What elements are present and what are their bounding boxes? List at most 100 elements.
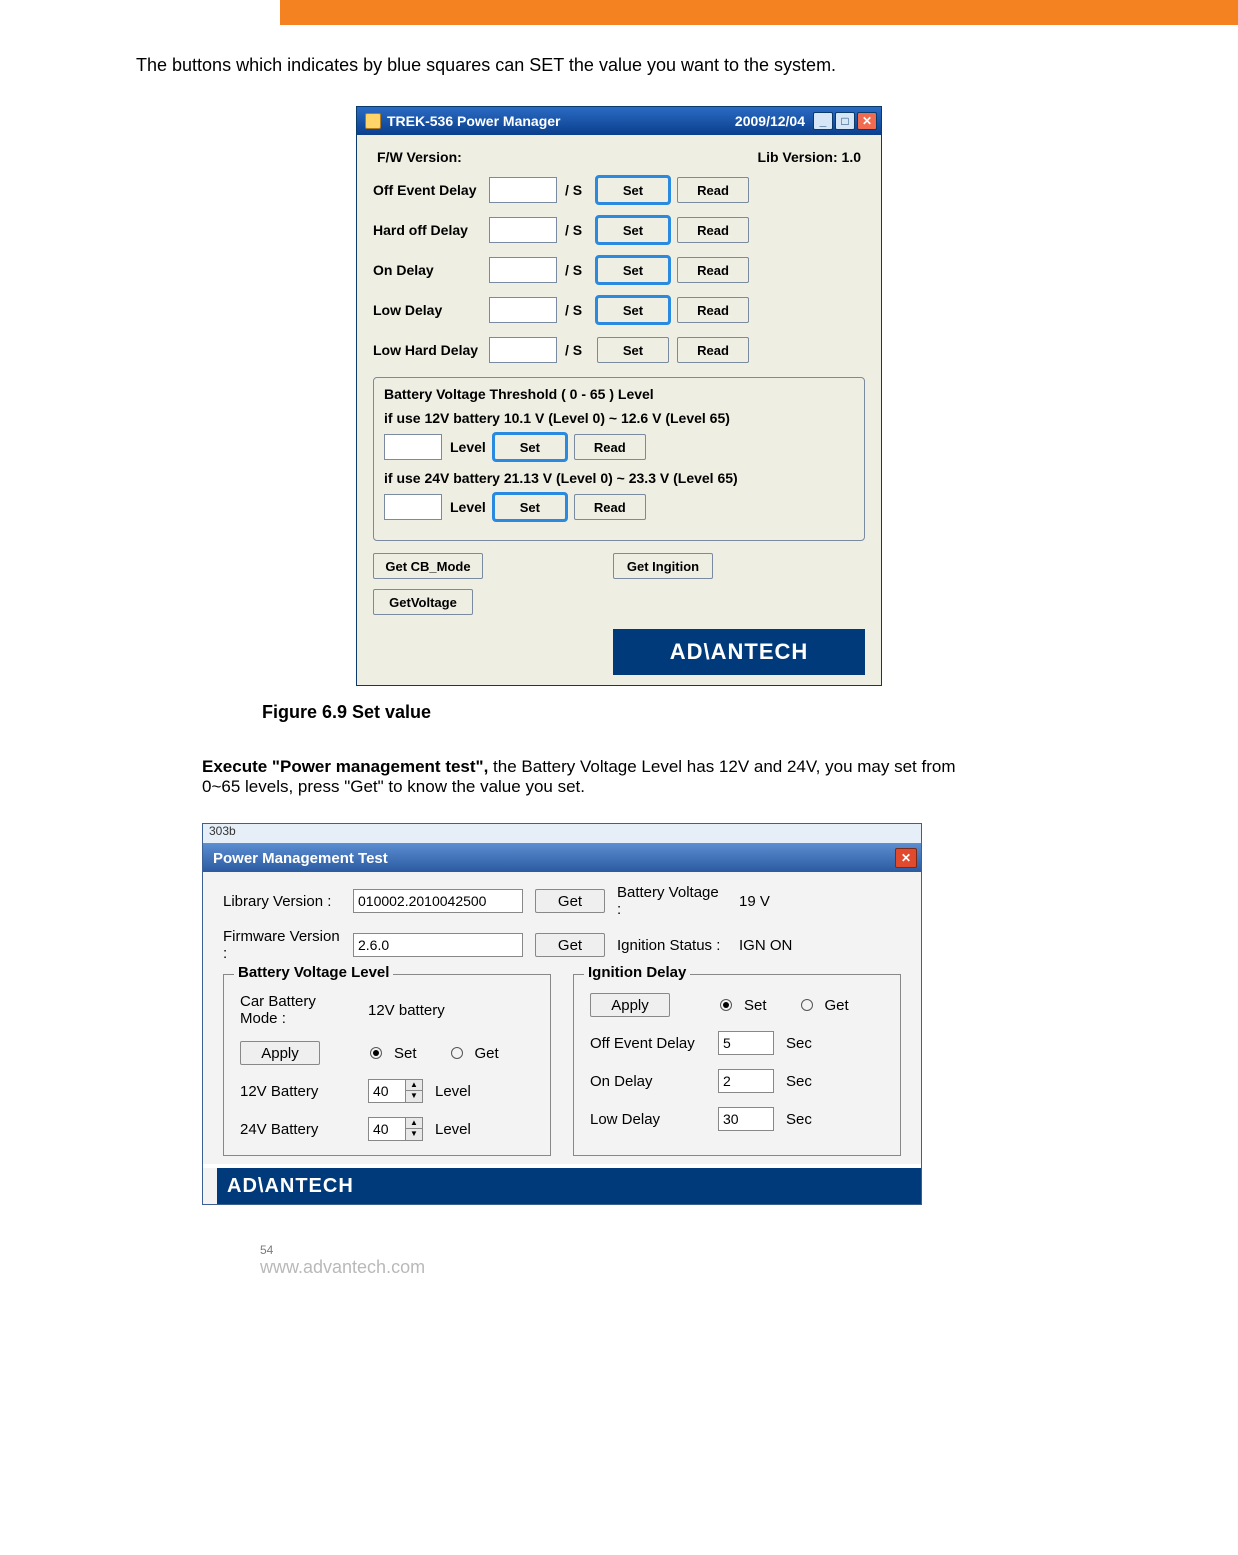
power-manager-window: TREK-536 Power Manager 2009/12/04 _ □ ✕ … — [356, 106, 882, 686]
firmware-version-label: Firmware Version : — [223, 928, 341, 962]
fw-version-label: F/W Version: — [377, 149, 462, 165]
ignition-status-label: Ignition Status : — [617, 937, 727, 954]
get-radio-label: Get — [825, 997, 849, 1014]
on-delay-label: On Delay — [373, 262, 481, 278]
low-delay-label: Low Delay — [373, 302, 481, 318]
advantech-logo: AD\ANTECH — [203, 1168, 921, 1204]
level-24v-input[interactable] — [384, 494, 442, 520]
group-title: Ignition Delay — [584, 964, 690, 981]
ignition-delay-group: Ignition Delay Apply Set Get Off Event D… — [573, 974, 901, 1156]
level-label: Level — [450, 439, 486, 455]
off-event-set-button[interactable]: Set — [597, 177, 669, 203]
on-delay-field[interactable]: 2 — [718, 1069, 774, 1093]
on-delay-input[interactable] — [489, 257, 557, 283]
page-number: 54 — [260, 1243, 1108, 1257]
get-radio[interactable] — [451, 1047, 463, 1059]
battery-12v-label: 12V Battery — [240, 1083, 356, 1100]
titlebar-title: TREK-536 Power Manager — [387, 113, 561, 129]
read-12v-button[interactable]: Read — [574, 434, 646, 460]
read-24v-button[interactable]: Read — [574, 494, 646, 520]
low-delay-label: Low Delay — [590, 1111, 706, 1128]
get-lib-button[interactable]: Get — [535, 889, 605, 913]
header-white-block — [0, 0, 280, 25]
window-hint: 303b — [203, 824, 921, 844]
level-12v-input[interactable] — [384, 434, 442, 460]
battery-12v-spinner[interactable]: 40 ▲▼ — [368, 1079, 423, 1103]
low-hard-set-button[interactable]: Set — [597, 337, 669, 363]
battery-voltage-level-group: Battery Voltage Level Car Battery Mode :… — [223, 974, 551, 1156]
hard-off-delay-input[interactable] — [489, 217, 557, 243]
set-12v-button[interactable]: Set — [494, 434, 566, 460]
get-voltage-button[interactable]: GetVoltage — [373, 589, 473, 615]
hard-off-delay-label: Hard off Delay — [373, 222, 481, 238]
page-header-bar — [0, 0, 1238, 25]
unit-label: / S — [565, 262, 589, 278]
unit-label: / S — [565, 182, 589, 198]
apply-button[interactable]: Apply — [590, 993, 670, 1017]
firmware-version-field[interactable]: 2.6.0 — [353, 933, 523, 957]
low-read-button[interactable]: Read — [677, 297, 749, 323]
power-management-test-window: 303b Power Management Test ✕ Library Ver… — [202, 823, 922, 1205]
unit-label: / S — [565, 302, 589, 318]
off-event-delay-label: Off Event Delay — [590, 1035, 706, 1052]
minimize-button[interactable]: _ — [813, 112, 833, 130]
titlebar-title: Power Management Test — [213, 850, 388, 867]
on-read-button[interactable]: Read — [677, 257, 749, 283]
app-icon — [365, 113, 381, 129]
panel-12v-desc: if use 12V battery 10.1 V (Level 0) ~ 12… — [384, 410, 856, 426]
intro-text: The buttons which indicates by blue squa… — [136, 55, 1108, 76]
get-fw-button[interactable]: Get — [535, 933, 605, 957]
set-radio-label: Set — [744, 997, 767, 1014]
close-button[interactable]: ✕ — [857, 112, 877, 130]
unit-label: / S — [565, 222, 589, 238]
low-hard-delay-input[interactable] — [489, 337, 557, 363]
battery-24v-label: 24V Battery — [240, 1121, 356, 1138]
on-set-button[interactable]: Set — [597, 257, 669, 283]
library-version-field[interactable]: 010002.2010042500 — [353, 889, 523, 913]
get-radio[interactable] — [801, 999, 813, 1011]
off-event-delay-field[interactable]: 5 — [718, 1031, 774, 1055]
off-event-delay-input[interactable] — [489, 177, 557, 203]
apply-button[interactable]: Apply — [240, 1041, 320, 1065]
on-delay-label: On Delay — [590, 1073, 706, 1090]
battery-voltage-value: 19 V — [739, 893, 770, 910]
low-delay-row: Low Delay / S Set Read — [373, 297, 865, 323]
lib-version-label: Lib Version: 1.0 — [758, 149, 861, 165]
low-set-button[interactable]: Set — [597, 297, 669, 323]
ignition-status-value: IGN ON — [739, 937, 792, 954]
sec-label: Sec — [786, 1035, 812, 1052]
panel-24v-desc: if use 24V battery 21.13 V (Level 0) ~ 2… — [384, 470, 856, 486]
footer-url: www.advantech.com — [260, 1257, 1108, 1278]
maximize-button[interactable]: □ — [835, 112, 855, 130]
execute-paragraph: Execute "Power management test", the Bat… — [202, 757, 992, 797]
sec-label: Sec — [786, 1073, 812, 1090]
set-radio[interactable] — [370, 1047, 382, 1059]
off-event-delay-row: Off Event Delay / S Set Read — [373, 177, 865, 203]
car-battery-mode-value: 12V battery — [368, 1002, 448, 1019]
level-label: Level — [450, 499, 486, 515]
level-label: Level — [435, 1121, 471, 1138]
low-delay-input[interactable] — [489, 297, 557, 323]
on-delay-row: On Delay / S Set Read — [373, 257, 865, 283]
page-footer: 54 www.advantech.com — [260, 1243, 1108, 1278]
low-hard-read-button[interactable]: Read — [677, 337, 749, 363]
hard-off-set-button[interactable]: Set — [597, 217, 669, 243]
panel-title: Battery Voltage Threshold ( 0 - 65 ) Lev… — [384, 386, 856, 402]
low-hard-delay-row: Low Hard Delay / S Set Read — [373, 337, 865, 363]
off-event-read-button[interactable]: Read — [677, 177, 749, 203]
unit-label: / S — [565, 342, 589, 358]
close-button[interactable]: ✕ — [895, 848, 917, 868]
low-delay-field[interactable]: 30 — [718, 1107, 774, 1131]
get-cb-mode-button[interactable]: Get CB_Mode — [373, 553, 483, 579]
off-event-delay-label: Off Event Delay — [373, 182, 481, 198]
get-ignition-button[interactable]: Get Ingition — [613, 553, 713, 579]
titlebar-date: 2009/12/04 — [735, 113, 805, 129]
set-24v-button[interactable]: Set — [494, 494, 566, 520]
sec-label: Sec — [786, 1111, 812, 1128]
advantech-logo: AD\ANTECH — [613, 629, 865, 675]
battery-24v-spinner[interactable]: 40 ▲▼ — [368, 1117, 423, 1141]
set-radio[interactable] — [720, 999, 732, 1011]
hard-off-read-button[interactable]: Read — [677, 217, 749, 243]
figure-caption: Figure 6.9 Set value — [262, 702, 788, 723]
car-battery-mode-label: Car Battery Mode : — [240, 993, 356, 1027]
